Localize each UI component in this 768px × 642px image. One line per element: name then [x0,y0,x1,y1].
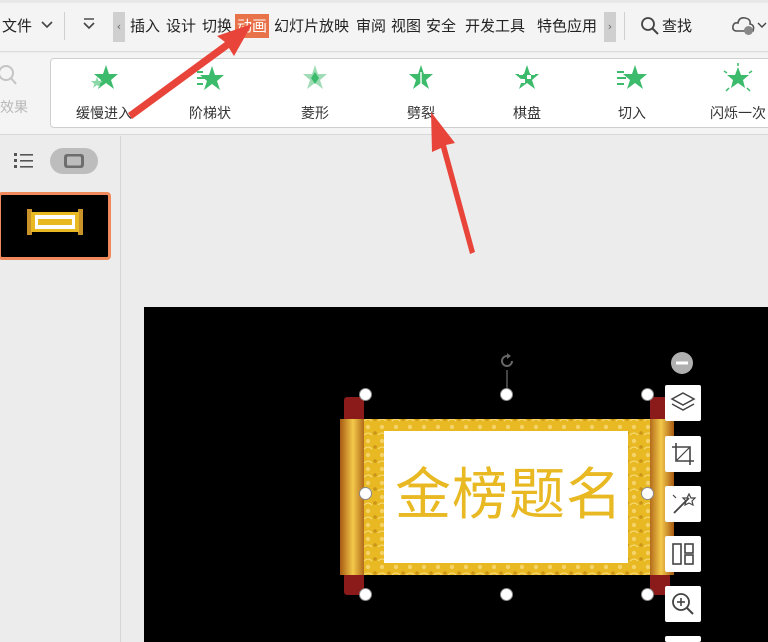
search-button[interactable]: 查找 [662,16,692,36]
resize-handle-w[interactable] [359,487,372,500]
animation-split[interactable]: 劈裂 [371,59,471,129]
animation-flash-once[interactable]: 闪烁一次 [688,59,768,129]
more-tools-button[interactable] [665,636,701,642]
menu-bar: 文件 ‹ 插入 设计 切换 动画 幻灯片放映 审阅 视图 安全 开发工具 特色应… [0,0,768,52]
slide-thumbnail-1[interactable] [0,192,111,260]
search-icon[interactable] [640,16,660,36]
diamond-star-icon [303,65,327,89]
chevron-down-icon[interactable] [40,20,54,30]
slide-view-toggle[interactable] [50,148,98,174]
animation-label: 切入 [618,106,646,122]
scroll-right-button[interactable]: › [604,12,616,42]
tab-insert[interactable]: 插入 [130,16,160,36]
image-split-icon [672,543,694,565]
divider [64,12,65,40]
animation-label: 缓慢进入 [76,106,132,122]
layers-button[interactable] [665,385,701,421]
chevron-down-icon[interactable] [757,22,767,30]
tab-developer[interactable]: 开发工具 [465,16,525,36]
picture-split-button[interactable] [665,536,701,572]
animation-gallery: 缓慢进入 阶梯状 菱形 劈裂 棋盘 切入 闪烁一次 [50,58,768,128]
file-menu[interactable]: 文件 [2,16,32,36]
tab-view[interactable]: 视图 [391,16,421,36]
preview-icon [0,65,17,85]
cut-in-star-icon [617,65,647,89]
zoom-button[interactable] [665,586,701,622]
effect-preview-button[interactable]: 效果 [0,53,40,135]
resize-handle-s[interactable] [500,588,513,601]
tab-slideshow[interactable]: 幻灯片放映 [274,16,349,36]
wps-presentation-window: 文件 ‹ 插入 设计 切换 动画 幻灯片放映 审阅 视图 安全 开发工具 特色应… [0,0,768,642]
animation-label: 阶梯状 [189,106,231,122]
animation-diamond[interactable]: 菱形 [265,59,365,129]
crop-icon [672,443,694,465]
rotate-handle[interactable] [498,352,518,392]
slide-view-icon [64,154,84,168]
zoom-in-icon [672,593,694,615]
scroll-left-button[interactable]: ‹ [113,12,125,42]
effect-label: 效果 [0,100,28,116]
layers-icon [670,392,696,411]
tab-security[interactable]: 安全 [426,16,456,36]
animation-label: 闪烁一次 [710,106,766,122]
collapse-toolbar-icon[interactable] [670,351,694,375]
divider [624,12,625,40]
animation-cut-in[interactable]: 切入 [582,59,682,129]
quick-access-icon[interactable] [82,17,96,31]
stairs-star-icon [197,66,224,90]
split-star-icon [409,65,433,89]
title-strip [0,0,768,3]
tab-design[interactable]: 设计 [166,16,196,36]
animation-label: 劈裂 [407,106,435,122]
resize-handle-e[interactable] [641,487,654,500]
animation-label: 菱形 [301,106,329,122]
animation-ribbon: 效果 缓慢进入 阶梯状 菱形 劈裂 棋盘 切入 闪烁一次 [0,53,768,135]
resize-handle-nw[interactable] [359,388,372,401]
slow-enter-star-icon [91,65,118,89]
animation-stairs[interactable]: 阶梯状 [160,59,260,129]
scroll-thumbnail-image [27,209,83,235]
animation-checkerboard[interactable]: 棋盘 [477,59,577,129]
outline-view-icon[interactable] [12,150,36,170]
resize-handle-se[interactable] [641,588,654,601]
resize-handle-ne[interactable] [641,388,654,401]
tab-transition[interactable]: 切换 [202,16,232,36]
crop-button[interactable] [665,436,701,472]
sync-status-icon [744,26,753,35]
resize-handle-sw[interactable] [359,588,372,601]
tab-animation[interactable]: 动画 [235,14,270,38]
resize-handle-n[interactable] [500,388,513,401]
slide-panel [0,136,121,642]
checkerboard-star-icon [515,65,539,89]
animation-slow-enter[interactable]: 缓慢进入 [54,59,154,129]
animation-label: 棋盘 [513,106,541,122]
scroll-title-text: 金榜题名 [395,463,623,528]
magic-edit-button[interactable] [665,486,701,522]
magic-wand-icon [672,492,697,514]
tab-special[interactable]: 特色应用 [537,16,597,36]
tab-review[interactable]: 审阅 [356,16,386,36]
flash-once-star-icon [723,63,753,92]
